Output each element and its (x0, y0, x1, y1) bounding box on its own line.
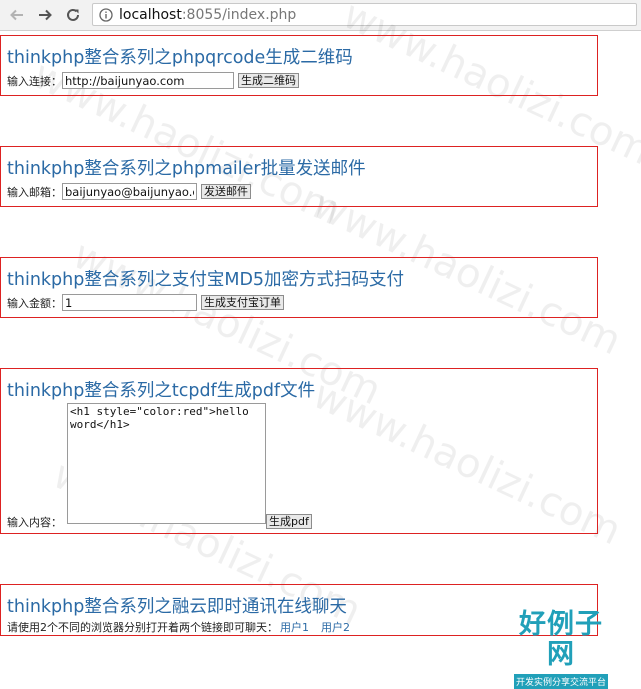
email-label: 输入邮箱： (7, 185, 62, 199)
content-label: 输入内容： (7, 516, 62, 529)
haolizi-logo: 好例子网 开发实例分享交流平台 (506, 610, 616, 689)
url-text[interactable]: localhost:8055/index.php (119, 7, 296, 23)
logo-title: 好例子网 (519, 609, 603, 670)
back-arrow-icon (10, 9, 23, 21)
address-bar[interactable]: localhost:8055/index.php (92, 3, 637, 26)
email-input[interactable] (62, 183, 197, 200)
tcpdf-section: thinkphp整合系列之tcpdf生成pdf文件 <h1 style="col… (0, 368, 598, 534)
qrcode-form: 输入连接： 生成二维码 (7, 72, 299, 89)
back-button[interactable] (6, 4, 28, 26)
tcpdf-label-row: 输入内容： (7, 514, 62, 530)
url-path: :8055/index.php (181, 6, 297, 23)
amount-input[interactable] (62, 294, 197, 311)
alipay-section: thinkphp整合系列之支付宝MD5加密方式扫码支付 输入金额： 生成支付宝订… (0, 257, 598, 318)
amount-label: 输入金额： (7, 296, 62, 310)
generate-qrcode-button[interactable]: 生成二维码 (238, 73, 299, 88)
forward-arrow-icon (39, 9, 52, 21)
browser-toolbar: localhost:8055/index.php (0, 0, 641, 31)
section-title: thinkphp整合系列之tcpdf生成pdf文件 (7, 381, 316, 401)
url-label: 输入连接： (7, 74, 62, 88)
chat-links-row: 请使用2个不同的浏览器分别打开着两个链接即可聊天： 用户1 用户2 (7, 619, 350, 635)
info-icon[interactable] (97, 6, 115, 24)
section-title: thinkphp整合系列之融云即时通讯在线聊天 (7, 597, 347, 617)
create-alipay-order-button[interactable]: 生成支付宝订单 (201, 295, 284, 310)
generate-pdf-button[interactable]: 生成pdf (266, 514, 312, 529)
mailer-form: 输入邮箱： 发送邮件 (7, 183, 251, 200)
chat-instruction: 请使用2个不同的浏览器分别打开着两个链接即可聊天： (7, 621, 278, 634)
section-title: thinkphp整合系列之phpqrcode生成二维码 (7, 48, 353, 68)
user2-link[interactable]: 用户2 (321, 619, 350, 635)
section-title: thinkphp整合系列之phpmailer批量发送邮件 (7, 159, 366, 179)
mailer-section: thinkphp整合系列之phpmailer批量发送邮件 输入邮箱： 发送邮件 (0, 146, 598, 207)
reload-icon (67, 8, 79, 21)
url-input[interactable] (62, 72, 234, 89)
reload-button[interactable] (62, 4, 84, 26)
qrcode-section: thinkphp整合系列之phpqrcode生成二维码 输入连接： 生成二维码 (0, 35, 598, 96)
send-mail-button[interactable]: 发送邮件 (201, 184, 251, 199)
content-textarea[interactable]: <h1 style="color:red">hello word</h1> (67, 403, 266, 524)
section-title: thinkphp整合系列之支付宝MD5加密方式扫码支付 (7, 270, 405, 290)
alipay-form: 输入金额： 生成支付宝订单 (7, 294, 284, 311)
url-host: localhost (119, 6, 182, 23)
logo-subtitle: 开发实例分享交流平台 (513, 674, 608, 689)
user1-link[interactable]: 用户1 (280, 619, 309, 635)
forward-button[interactable] (34, 4, 56, 26)
